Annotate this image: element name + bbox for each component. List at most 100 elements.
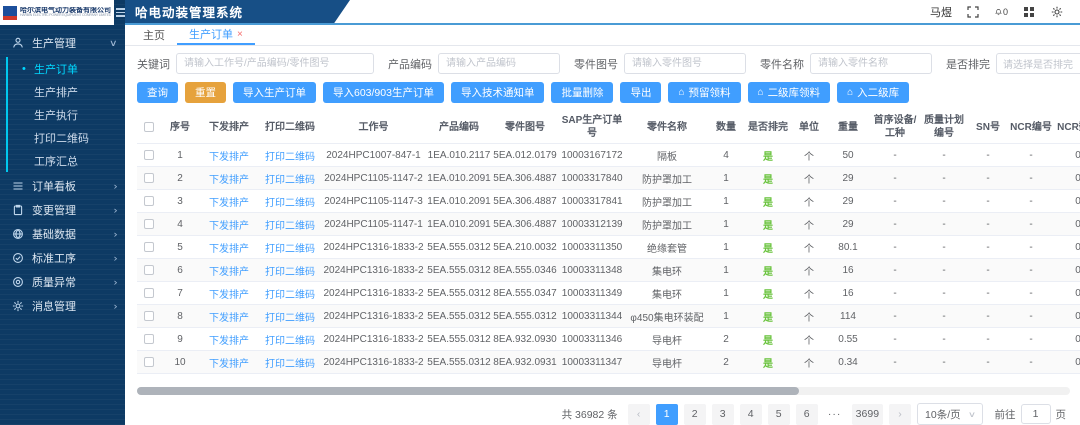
tab-主页[interactable]: 主页 <box>131 25 177 45</box>
sidebar-subitem[interactable]: 打印二维码 <box>8 126 125 149</box>
sidebar-item[interactable]: 订单看板› <box>0 174 125 198</box>
print-link[interactable]: 打印二维码 <box>259 144 321 167</box>
select-all-checkbox[interactable] <box>144 122 154 132</box>
sidebar-item[interactable]: 标准工序› <box>0 246 125 270</box>
into-secondary-warehouse-button[interactable]: ⌂入二级库 <box>837 82 909 103</box>
page-button-4[interactable]: 4 <box>740 404 762 425</box>
print-link[interactable]: 打印二维码 <box>259 213 321 236</box>
prev-page-button[interactable]: ‹ <box>628 404 650 425</box>
cell-unit: 个 <box>792 190 826 213</box>
dispatch-link[interactable]: 下发排产 <box>199 144 259 167</box>
select-all-header <box>137 111 161 144</box>
cell-unit: 个 <box>792 282 826 305</box>
settings-gear-icon[interactable] <box>1051 5 1064 18</box>
column-header-qty: 数量 <box>708 111 744 144</box>
cell-qty: 1 <box>708 190 744 213</box>
page-button-1[interactable]: 1 <box>656 404 678 425</box>
tab-生产订单[interactable]: 生产订单× <box>177 25 255 45</box>
row-checkbox[interactable] <box>144 357 154 367</box>
dispatch-link[interactable]: 下发排产 <box>199 213 259 236</box>
sidebar-subitem[interactable]: 生产执行 <box>8 103 125 126</box>
sidebar-subitem[interactable]: 生产排产 <box>8 80 125 103</box>
sidebar-item[interactable]: 消息管理› <box>0 294 125 318</box>
dispatch-link[interactable]: 下发排产 <box>199 259 259 282</box>
notification-bell-icon[interactable]: 0 <box>995 5 1008 18</box>
keyword-input[interactable] <box>176 53 374 74</box>
import-production-order-button[interactable]: 导入生产订单 <box>233 82 316 103</box>
row-checkbox[interactable] <box>144 334 154 344</box>
process-icon <box>12 252 25 265</box>
row-checkbox[interactable] <box>144 150 154 160</box>
reset-button[interactable]: 重置 <box>185 82 226 103</box>
sidebar-subitem[interactable]: •生产订单 <box>8 57 125 80</box>
print-link[interactable]: 打印二维码 <box>259 282 321 305</box>
part-name-input[interactable] <box>810 53 932 74</box>
horizontal-scrollbar-thumb[interactable] <box>137 387 799 395</box>
row-checkbox[interactable] <box>144 265 154 275</box>
export-button[interactable]: 导出 <box>620 82 661 103</box>
table-row: 2下发排产打印二维码2024HPC1105-1147-21EA.010.2091… <box>137 167 1080 190</box>
page-button-6[interactable]: 6 <box>796 404 818 425</box>
print-link[interactable]: 打印二维码 <box>259 167 321 190</box>
cell-product_code: 5EA.555.0312 <box>426 305 492 328</box>
fullscreen-icon[interactable] <box>967 5 980 18</box>
sidebar-subitem[interactable]: 工序汇总 <box>8 149 125 172</box>
row-checkbox[interactable] <box>144 242 154 252</box>
chevron-right-icon: › <box>114 253 118 263</box>
dispatch-link[interactable]: 下发排产 <box>199 190 259 213</box>
dispatch-link[interactable]: 下发排产 <box>199 282 259 305</box>
product-code-input[interactable] <box>438 53 560 74</box>
next-page-button[interactable]: › <box>889 404 911 425</box>
page-button-3699[interactable]: 3699 <box>852 404 883 425</box>
sidebar-item[interactable]: 变更管理› <box>0 198 125 222</box>
import-603-903-order-button[interactable]: 导入603/903生产订单 <box>323 82 444 103</box>
print-link[interactable]: 打印二维码 <box>259 190 321 213</box>
batch-delete-button[interactable]: 批量删除 <box>551 82 613 103</box>
sidebar-item[interactable]: 生产管理∨ <box>0 31 125 55</box>
page-button-3[interactable]: 3 <box>712 404 734 425</box>
page-button-5[interactable]: 5 <box>768 404 790 425</box>
is-scheduled-select[interactable]: 请选择是否排完∨ <box>996 53 1080 74</box>
cell-product_code: 5EA.555.0312 <box>426 282 492 305</box>
import-tech-notice-button[interactable]: 导入技术通知单 <box>451 82 545 103</box>
print-link[interactable]: 打印二维码 <box>259 305 321 328</box>
cell-sn_no: - <box>968 259 1008 282</box>
cell-seq: 6 <box>161 259 199 282</box>
row-checkbox[interactable] <box>144 173 154 183</box>
cell-sap_no: 10003312139 <box>558 213 626 236</box>
dispatch-link[interactable]: 下发排产 <box>199 328 259 351</box>
dispatch-link[interactable]: 下发排产 <box>199 167 259 190</box>
row-checkbox[interactable] <box>144 196 154 206</box>
row-checkbox[interactable] <box>144 219 154 229</box>
print-link[interactable]: 打印二维码 <box>259 259 321 282</box>
secondary-warehouse-pick-button[interactable]: ⌂二级库领料 <box>748 82 831 103</box>
goto-page-input[interactable] <box>1021 404 1051 424</box>
cell-product_code: 5EA.555.0312 <box>426 328 492 351</box>
page-button-2[interactable]: 2 <box>684 404 706 425</box>
table-row: 5下发排产打印二维码2024HPC1316-1833-25EA.555.0312… <box>137 236 1080 259</box>
query-button[interactable]: 查询 <box>137 82 178 103</box>
cell-unit: 个 <box>792 144 826 167</box>
current-user[interactable]: 马煜 <box>930 4 952 20</box>
pagination-total: 共 36982 条 <box>562 407 618 422</box>
print-link[interactable]: 打印二维码 <box>259 351 321 374</box>
action-button-row: 查询重置导入生产订单导入603/903生产订单导入技术通知单批量删除导出 ⌂预留领… <box>137 82 1070 103</box>
dispatch-link[interactable]: 下发排产 <box>199 305 259 328</box>
print-link[interactable]: 打印二维码 <box>259 236 321 259</box>
print-link[interactable]: 打印二维码 <box>259 328 321 351</box>
row-checkbox[interactable] <box>144 311 154 321</box>
horizontal-scrollbar[interactable] <box>137 387 1070 395</box>
row-checkbox[interactable] <box>144 288 154 298</box>
page-size-select[interactable]: 10条/页 ∨ <box>917 403 982 425</box>
reserve-material-button[interactable]: ⌂预留领料 <box>668 82 740 103</box>
apps-grid-icon[interactable] <box>1023 5 1036 18</box>
cell-scheduled: 是 <box>744 213 792 236</box>
sidebar-item[interactable]: 质量异常› <box>0 270 125 294</box>
dispatch-link[interactable]: 下发排产 <box>199 351 259 374</box>
sidebar-item[interactable]: 基础数据› <box>0 222 125 246</box>
filter-label: 零件名称 <box>760 56 804 72</box>
cell-ncr_no: - <box>1008 167 1054 190</box>
tab-close-icon[interactable]: × <box>237 29 243 40</box>
dispatch-link[interactable]: 下发排产 <box>199 236 259 259</box>
part-no-input[interactable] <box>624 53 746 74</box>
